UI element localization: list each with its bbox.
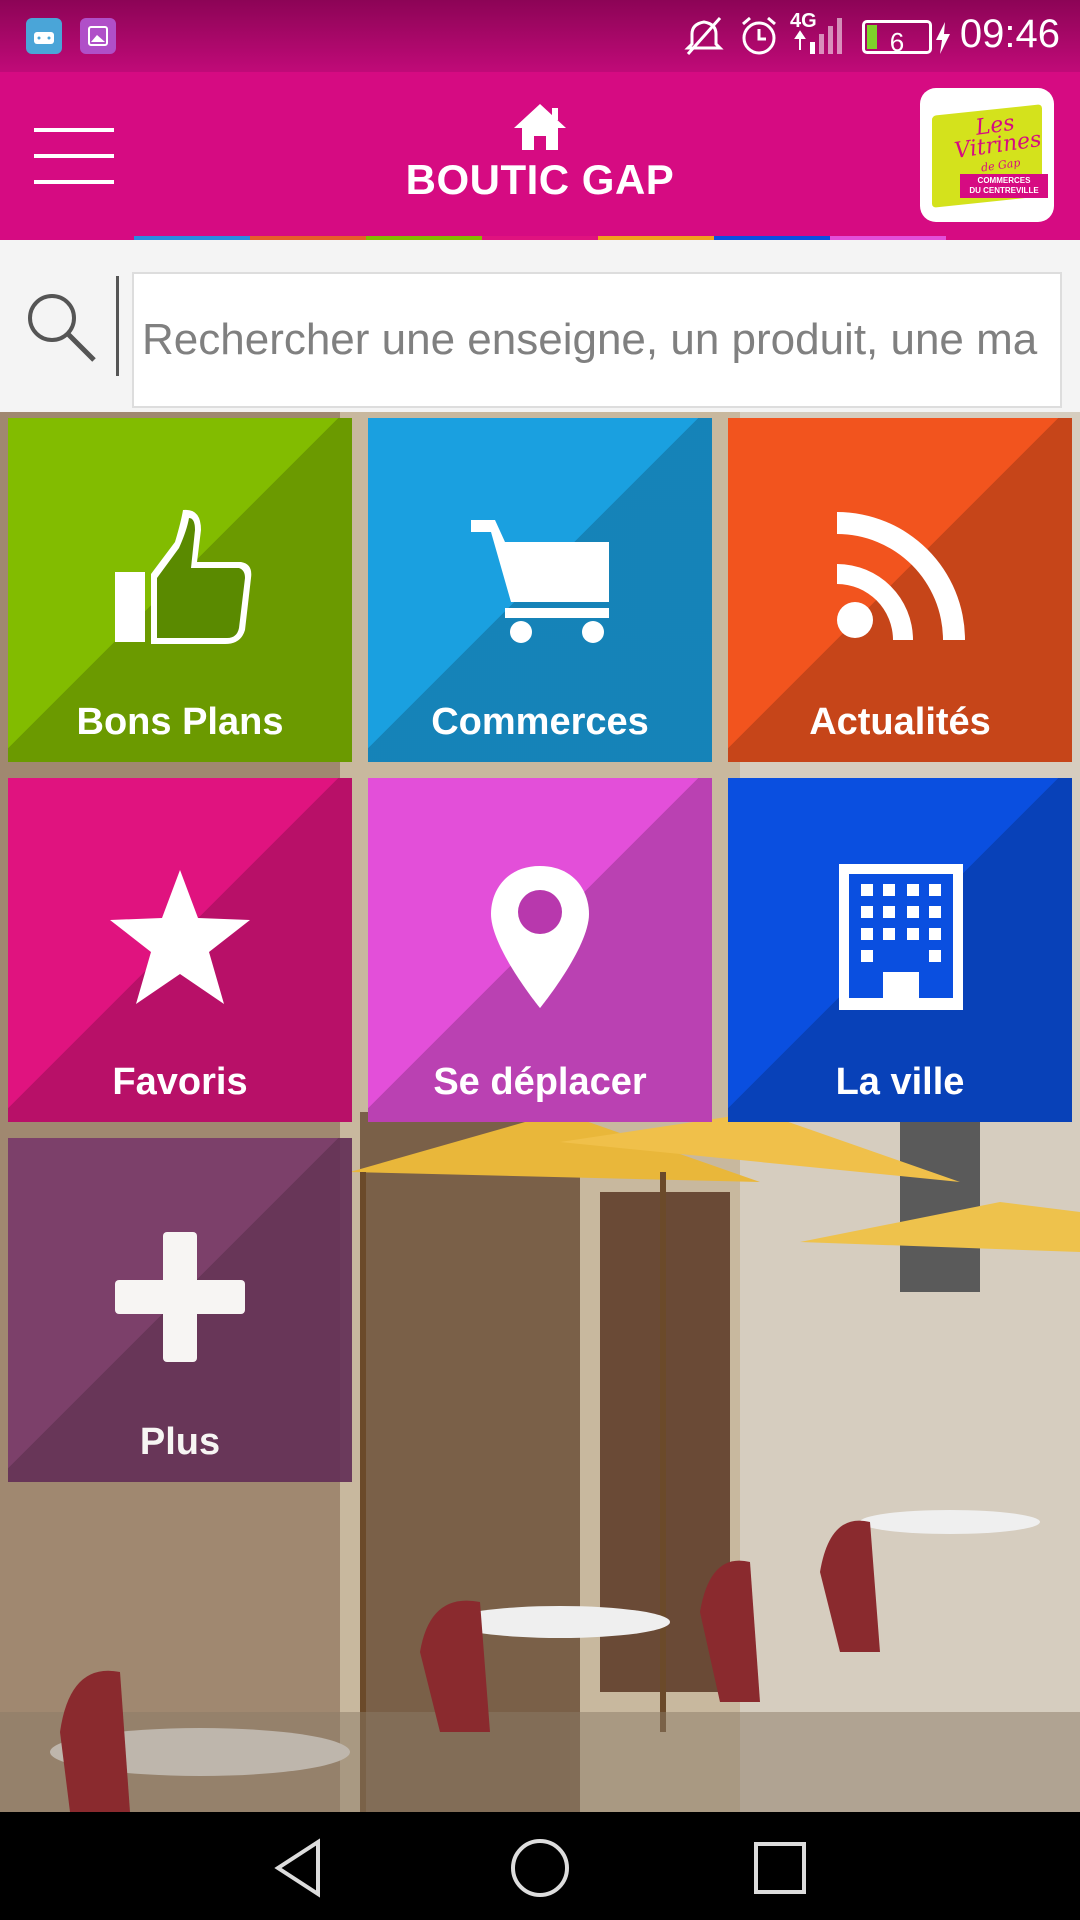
tile-label: Plus [139,1421,221,1463]
app-title: BOUTIC GAP [405,156,675,203]
tile-la-ville[interactable]: La ville [728,778,1072,1122]
search-divider [116,276,119,376]
plus-icon [115,1232,245,1362]
menu-icon-line [34,154,114,158]
battery-indicator: 6 [862,20,932,57]
signal-strength-icon [794,18,842,54]
tile-actualites[interactable]: Actualités [728,418,1072,762]
system-nav-bar [0,1812,1080,1920]
les-vitrines-logo[interactable]: Les Vitrines de Gap COMMERCES DU CENTREV… [920,88,1054,222]
shopping-cart-icon [471,520,609,643]
mute-icon [684,17,724,55]
logo-band: COMMERCES DU CENTREVILLE [960,174,1048,198]
tile-label: Se déplacer [433,1061,647,1103]
battery-level: 6 [889,27,905,57]
menu-icon-line [34,180,114,184]
search-icon[interactable] [22,288,98,364]
recent-apps-icon[interactable] [748,1836,812,1900]
status-bar: 4G 6 09:46 [0,0,1080,72]
clock: 09:46 [959,12,1060,56]
thumbs-up-icon [115,509,252,644]
tile-label: Bons Plans [76,701,284,743]
tile-favoris[interactable]: Favoris [8,778,352,1122]
home-circle-icon[interactable] [508,1836,572,1900]
tile-label: Favoris [112,1061,248,1103]
tile-commerces[interactable]: Commerces [368,418,712,762]
tile-se-deplacer[interactable]: Se déplacer [368,778,712,1122]
tile-bons-plans[interactable]: Bons Plans [8,418,352,762]
gallery-notification-icon [80,18,116,54]
charging-icon [936,22,950,54]
search-input[interactable] [132,272,1062,408]
tile-label: La ville [835,1061,965,1103]
menu-button[interactable] [34,128,116,188]
tile-label: Actualités [809,701,991,743]
tile-plus[interactable]: Plus [8,1138,352,1482]
search-bar [0,240,1080,412]
alarm-icon [742,16,776,55]
logo-band-line: COMMERCES [977,176,1031,185]
android-notification-icon [26,18,62,54]
app-header: BOUTIC GAP Les Vitrines de Gap COMMERCES… [0,72,1080,240]
building-icon [839,864,963,1010]
home-icon [514,104,566,150]
home-title[interactable]: BOUTIC GAP [340,102,740,204]
rss-feed-icon [837,512,965,640]
map-pin-icon [491,866,589,1008]
logo-band-line: DU CENTREVILLE [969,186,1039,195]
menu-icon-line [34,128,114,132]
back-icon[interactable] [268,1836,332,1900]
star-icon [110,870,250,1004]
tile-label: Commerces [431,701,649,743]
